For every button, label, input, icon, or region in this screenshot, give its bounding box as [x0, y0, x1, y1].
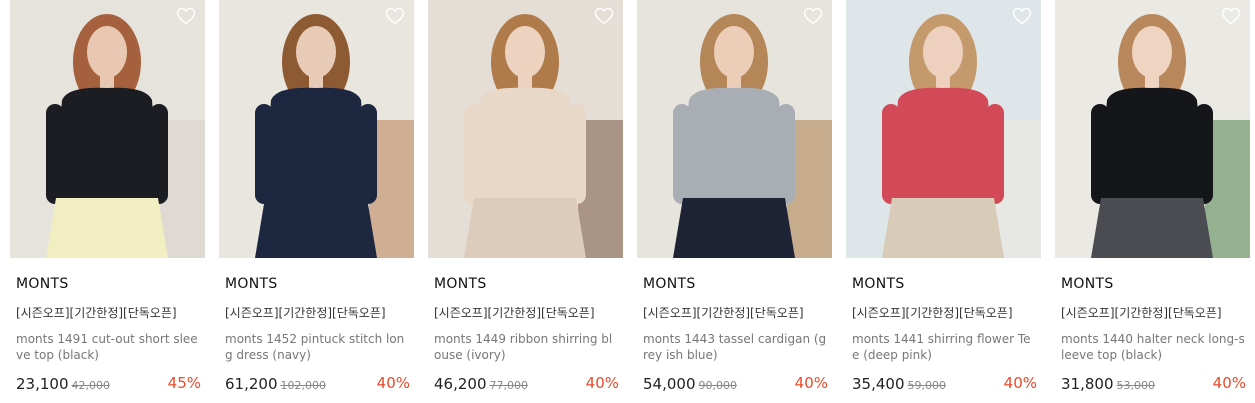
- product-image[interactable]: [846, 0, 1041, 258]
- product-card[interactable]: MONTS [시즌오프][기간한정][단독오픈] monts 1440 halt…: [1055, 0, 1250, 403]
- model-photo: [10, 0, 205, 258]
- product-grid: MONTS [시즌오프][기간한정][단독오픈] monts 1491 cut-…: [0, 0, 1255, 403]
- product-card[interactable]: MONTS [시즌오프][기간한정][단독오픈] monts 1441 shir…: [846, 0, 1041, 403]
- heart-icon[interactable]: [803, 7, 823, 25]
- product-name[interactable]: monts 1440 halter neck long-sleeve top (…: [1061, 331, 1246, 363]
- product-brand[interactable]: MONTS: [16, 276, 69, 292]
- heart-icon[interactable]: [176, 7, 196, 25]
- product-name[interactable]: monts 1449 ribbon shirring blouse (ivory…: [434, 331, 619, 363]
- model-photo: [846, 0, 1041, 258]
- discount-rate: 45%: [167, 374, 201, 392]
- heart-icon[interactable]: [385, 7, 405, 25]
- product-image[interactable]: [219, 0, 414, 258]
- sale-price: 46,200: [434, 375, 487, 393]
- original-price: 59,000: [907, 379, 947, 392]
- price-row: 35,400 59,000 40%: [852, 374, 1037, 394]
- product-name[interactable]: monts 1441 shirring flower Tee (deep pin…: [852, 331, 1037, 363]
- price-row: 23,100 42,000 45%: [16, 374, 201, 394]
- product-name[interactable]: monts 1491 cut-out short sleeve top (bla…: [16, 331, 201, 363]
- discount-rate: 40%: [1212, 374, 1246, 392]
- discount-rate: 40%: [1003, 374, 1037, 392]
- product-image[interactable]: [1055, 0, 1250, 258]
- price-row: 46,200 77,000 40%: [434, 374, 619, 394]
- sale-price: 54,000: [643, 375, 696, 393]
- product-tags: [시즌오프][기간한정][단독오픈]: [1061, 306, 1222, 320]
- price-row: 31,800 53,000 40%: [1061, 374, 1246, 394]
- product-card[interactable]: MONTS [시즌오프][기간한정][단독오픈] monts 1452 pint…: [219, 0, 414, 403]
- product-brand[interactable]: MONTS: [434, 276, 487, 292]
- model-photo: [428, 0, 623, 258]
- discount-rate: 40%: [376, 374, 410, 392]
- product-tags: [시즌오프][기간한정][단독오픈]: [16, 306, 177, 320]
- product-card[interactable]: MONTS [시즌오프][기간한정][단독오픈] monts 1491 cut-…: [10, 0, 205, 403]
- model-photo: [1055, 0, 1250, 258]
- original-price: 77,000: [489, 379, 529, 392]
- product-tags: [시즌오프][기간한정][단독오픈]: [643, 306, 804, 320]
- discount-rate: 40%: [794, 374, 828, 392]
- product-tags: [시즌오프][기간한정][단독오픈]: [852, 306, 1013, 320]
- product-name[interactable]: monts 1452 pintuck stitch long dress (na…: [225, 331, 410, 363]
- product-card[interactable]: MONTS [시즌오프][기간한정][단독오픈] monts 1449 ribb…: [428, 0, 623, 403]
- product-brand[interactable]: MONTS: [225, 276, 278, 292]
- sale-price: 35,400: [852, 375, 905, 393]
- model-photo: [637, 0, 832, 258]
- price-row: 61,200 102,000 40%: [225, 374, 410, 394]
- product-image[interactable]: [10, 0, 205, 258]
- product-tags: [시즌오프][기간한정][단독오픈]: [225, 306, 386, 320]
- sale-price: 23,100: [16, 375, 69, 393]
- heart-icon[interactable]: [594, 7, 614, 25]
- product-name[interactable]: monts 1443 tassel cardigan (grey ish blu…: [643, 331, 828, 363]
- product-image[interactable]: [428, 0, 623, 258]
- original-price: 42,000: [71, 379, 111, 392]
- model-photo: [219, 0, 414, 258]
- sale-price: 31,800: [1061, 375, 1114, 393]
- price-row: 54,000 90,000 40%: [643, 374, 828, 394]
- original-price: 102,000: [280, 379, 327, 392]
- discount-rate: 40%: [585, 374, 619, 392]
- heart-icon[interactable]: [1221, 7, 1241, 25]
- heart-icon[interactable]: [1012, 7, 1032, 25]
- product-tags: [시즌오프][기간한정][단독오픈]: [434, 306, 595, 320]
- product-brand[interactable]: MONTS: [852, 276, 905, 292]
- product-image[interactable]: [637, 0, 832, 258]
- original-price: 90,000: [698, 379, 738, 392]
- original-price: 53,000: [1116, 379, 1156, 392]
- product-card[interactable]: MONTS [시즌오프][기간한정][단독오픈] monts 1443 tass…: [637, 0, 832, 403]
- product-brand[interactable]: MONTS: [1061, 276, 1114, 292]
- sale-price: 61,200: [225, 375, 278, 393]
- product-brand[interactable]: MONTS: [643, 276, 696, 292]
